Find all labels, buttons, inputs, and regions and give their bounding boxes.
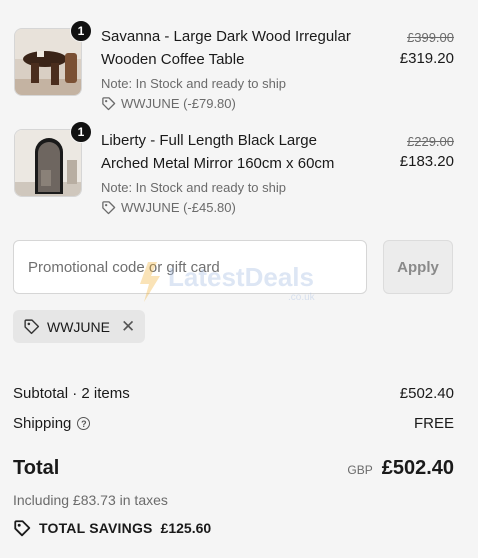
original-price: £399.00 [407,30,454,45]
help-icon[interactable]: ? [77,417,91,430]
shipping-value: FREE [413,415,454,432]
subtotal-value: £502.40 [399,385,454,402]
item-note: Note: In Stock and ready to ship [101,180,286,195]
original-price: £229.00 [407,134,454,149]
item-thumbnail: 1 [14,20,92,98]
tag-icon [14,520,31,537]
item-discount: WWJUNE (-£45.80) [101,200,236,215]
item-discount: WWJUNE (-£79.80) [101,96,236,111]
taxes-note: Including £83.73 in taxes [13,492,168,508]
close-icon[interactable]: ✕ [121,317,135,337]
discount-text: WWJUNE (-£79.80) [121,96,236,111]
savings-value: £125.60 [160,520,212,536]
total-savings: TOTAL SAVINGS £125.60 [13,519,211,537]
tag-icon [102,97,116,111]
item-title: Liberty - Full Length Black Large Arched… [101,132,335,172]
quantity-badge: 1 [70,20,92,42]
item-note: Note: In Stock and ready to ship [101,76,286,91]
currency-code: GBP [347,463,373,477]
shipping-row: Shipping ? FREE [13,415,454,432]
final-price: £183.20 [399,153,454,170]
item-thumbnail: 1 [14,121,92,199]
total-value: £502.40 [381,457,454,479]
applied-code-text: WWJUNE [47,318,110,335]
tag-icon [102,201,116,215]
shipping-label: Shipping [13,415,72,432]
apply-button[interactable]: Apply [383,240,453,294]
item-title: Savanna - Large Dark Wood Irregular Wood… [101,28,351,68]
quantity-badge: 1 [70,121,92,143]
final-price: £319.20 [399,50,454,67]
savings-label: TOTAL SAVINGS [39,520,153,536]
tag-icon [24,319,40,335]
subtotal-row: Subtotal · 2 items £502.40 [13,385,454,402]
total-row: Total GBP £502.40 [13,457,454,480]
subtotal-label: Subtotal · 2 items [13,385,130,402]
total-label: Total [13,457,60,479]
applied-code-chip: WWJUNE ✕ [13,310,146,343]
discount-text: WWJUNE (-£45.80) [121,200,236,215]
promo-code-input[interactable] [13,240,367,294]
